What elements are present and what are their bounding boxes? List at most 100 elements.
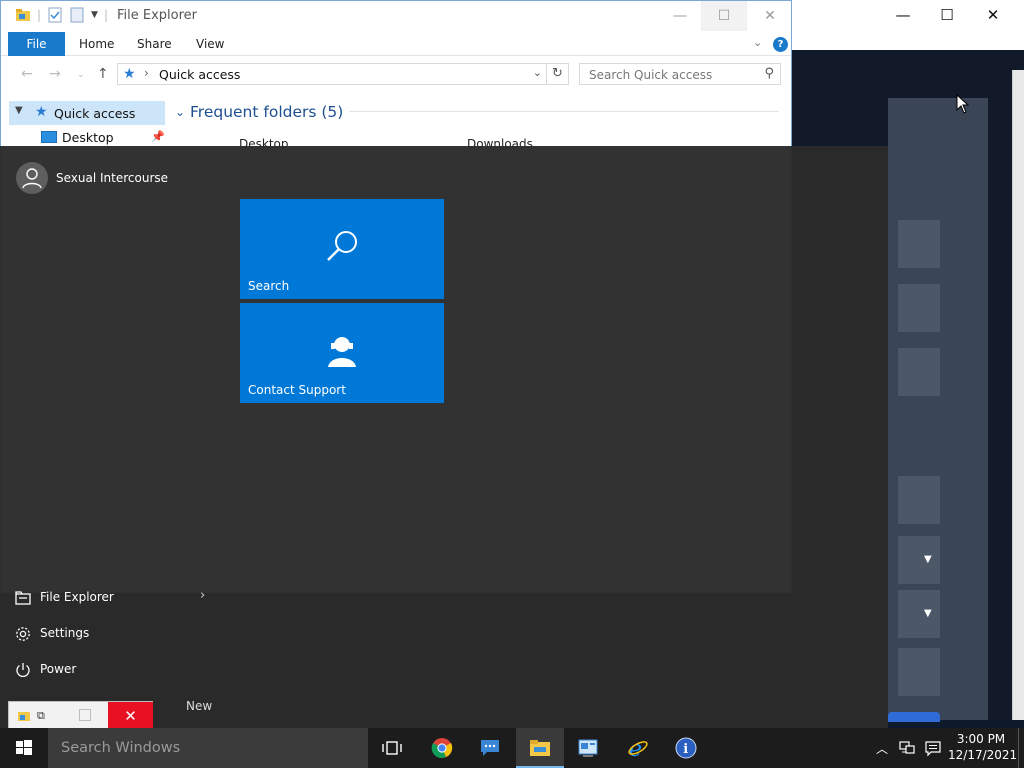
background-close-button[interactable]: ✕ (970, 0, 1016, 30)
start-link-label: File Explorer (40, 590, 114, 604)
windows-logo-icon (16, 740, 32, 755)
search-input[interactable]: Search Quick access ⚲ (579, 63, 781, 85)
background-field (898, 648, 940, 696)
contact-support-icon (328, 335, 356, 367)
background-field (898, 476, 940, 524)
chevron-down-icon: ▼ (924, 554, 932, 565)
taskbar: Search Windows e i ︿ 3:00 PM 12/17/2021 (0, 728, 1024, 768)
notification-icon[interactable] (924, 739, 942, 757)
taskbar-app-internet-explorer[interactable]: e (614, 728, 662, 768)
chevron-down-icon[interactable]: ⌄ (533, 66, 542, 79)
desktop-icon (41, 131, 57, 143)
chat-icon (481, 740, 499, 756)
tile-contact-support[interactable]: Contact Support (240, 303, 444, 403)
background-window-titlebar: — ☐ ✕ (780, 0, 1024, 32)
taskbar-app-messaging[interactable] (466, 728, 514, 768)
background-field (898, 220, 940, 268)
sidebar-item-label: Desktop (62, 130, 114, 145)
svg-text:i: i (683, 742, 688, 757)
file-explorer-titlebar: | ▼ | File Explorer — ☐ ✕ (1, 1, 791, 31)
maximize-icon[interactable] (79, 709, 91, 721)
start-link-settings[interactable]: Settings (14, 622, 214, 646)
star-icon: ★ (35, 104, 48, 120)
folder-icon (18, 712, 30, 721)
network-icon[interactable] (898, 739, 916, 757)
power-icon (16, 663, 30, 677)
task-view-button[interactable] (368, 728, 416, 768)
tab-file[interactable]: File (8, 32, 65, 56)
background-dropdown[interactable] (898, 590, 940, 638)
window-title: File Explorer (117, 8, 198, 23)
separator: | (37, 8, 42, 22)
customize-toolbar-icon[interactable]: ▼ (91, 10, 98, 20)
taskbar-app-info[interactable]: i (662, 728, 710, 768)
tab-view[interactable]: View (196, 37, 224, 51)
sidebar-item-label: Quick access (54, 106, 136, 121)
chevron-right-icon[interactable]: › (200, 588, 205, 603)
forward-arrow-icon[interactable]: → (49, 66, 61, 82)
window-thumbnail-preview[interactable]: ⧉ ✕ (8, 701, 153, 731)
new-folder-icon[interactable] (69, 7, 85, 23)
tab-share[interactable]: Share (137, 37, 172, 51)
taskbar-app-file-explorer[interactable] (516, 728, 564, 768)
gear-icon (16, 627, 30, 641)
properties-icon[interactable] (47, 7, 63, 23)
show-hidden-icons-chevron-icon[interactable]: ︿ (876, 740, 888, 757)
taskbar-app-chrome[interactable] (418, 728, 466, 768)
background-field (898, 348, 940, 396)
show-desktop-button[interactable] (1018, 728, 1024, 768)
help-icon[interactable]: ? (773, 37, 788, 52)
taskbar-search-box[interactable]: Search Windows (48, 728, 368, 768)
folder-icon[interactable] (15, 7, 31, 23)
taskbar-app-control-panel[interactable] (564, 728, 612, 768)
section-title: Frequent folders (5) (190, 103, 344, 121)
background-scrollbar[interactable] (1012, 70, 1024, 720)
restore-icon[interactable]: ⧉ (37, 709, 45, 723)
chevron-down-icon[interactable]: ⌄ (753, 36, 762, 49)
user-icon (22, 168, 42, 189)
close-button[interactable]: ✕ (747, 1, 793, 31)
start-button[interactable] (0, 728, 48, 768)
up-arrow-icon[interactable]: ↑ (97, 66, 109, 82)
start-link-power[interactable]: Power (14, 658, 214, 682)
search-icon (327, 231, 357, 261)
start-link-label: Power (40, 662, 77, 676)
chevron-down-icon: ⌄ (175, 105, 186, 119)
start-menu: Sexual Intercourse Search Contact Suppor… (0, 146, 888, 728)
start-link-file-explorer[interactable]: File Explorer › (14, 586, 214, 610)
info-icon: i (675, 737, 697, 759)
mouse-cursor-icon (956, 94, 970, 114)
recent-locations-icon[interactable]: ⌄ (77, 70, 85, 80)
start-link-label: Settings (40, 626, 90, 640)
tile-label: Search (248, 279, 290, 293)
minimize-button[interactable]: — (657, 1, 703, 31)
maximize-button[interactable]: ☐ (701, 1, 747, 31)
background-button[interactable] (888, 712, 940, 722)
ribbon-tabs: File Home Share View ⌄ ? (1, 32, 791, 56)
back-arrow-icon[interactable]: ← (21, 66, 33, 82)
tile-label: Contact Support (248, 383, 346, 397)
tab-home[interactable]: Home (79, 37, 114, 51)
user-name: Sexual Intercourse (56, 171, 169, 185)
chrome-icon (431, 738, 453, 758)
new-badge: New (186, 699, 213, 713)
clock-date[interactable]: 12/17/2021 (948, 748, 1017, 762)
tile-search[interactable]: Search (240, 199, 444, 299)
folder-icon (530, 740, 550, 756)
thumbnail-close-button[interactable]: ✕ (108, 702, 153, 730)
background-minimize-button[interactable]: — (880, 0, 926, 30)
search-placeholder: Search Quick access (589, 68, 713, 82)
sidebar-item-quick-access[interactable]: ▼ ★ Quick access (9, 101, 165, 125)
star-icon: ★ (123, 66, 136, 82)
background-maximize-button[interactable]: ☐ (924, 0, 970, 30)
clock-time[interactable]: 3:00 PM (950, 732, 1012, 746)
search-icon: ⚲ (764, 66, 774, 81)
task-view-icon (382, 741, 402, 755)
refresh-button[interactable]: ↻ (547, 63, 569, 85)
breadcrumb-chevron-icon[interactable]: › (144, 66, 149, 80)
background-dropdown[interactable] (898, 536, 940, 584)
address-bar[interactable]: ★ › Quick access ⌄ (117, 63, 547, 85)
divider (349, 111, 779, 112)
pin-icon: 📌 (151, 130, 165, 143)
chevron-down-icon[interactable]: ▼ (15, 105, 23, 116)
